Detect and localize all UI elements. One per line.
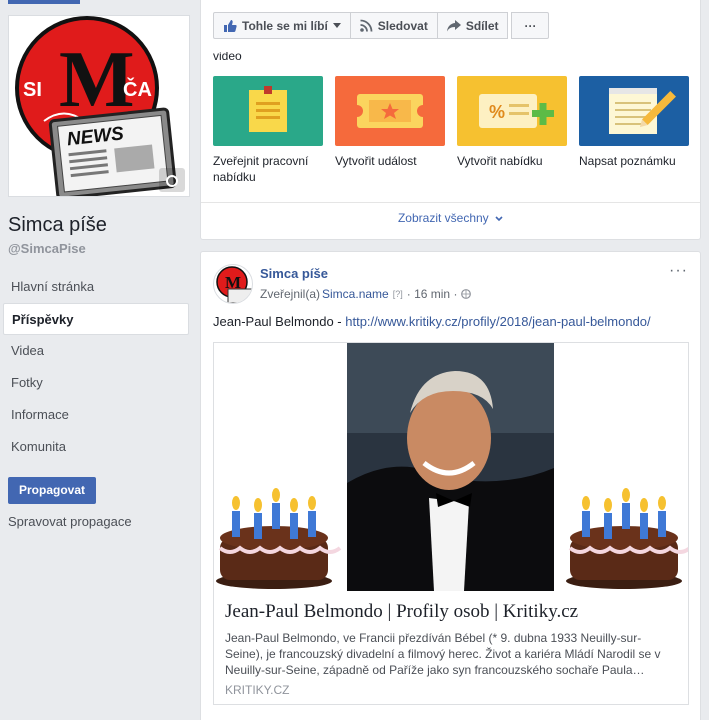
- share-arrow-icon: [446, 19, 461, 32]
- video-label: video: [213, 52, 242, 62]
- nav-item-photos[interactable]: Fotky: [3, 367, 189, 399]
- link-preview-title[interactable]: Jean-Paul Belmondo | Profily osob | Krit…: [225, 601, 578, 623]
- create-card: Tohle se mi líbí Sledovat Sdílet ··· vid…: [200, 0, 701, 240]
- nav-item-posts[interactable]: Příspěvky: [3, 303, 189, 335]
- chevron-down-icon: [495, 211, 503, 225]
- link-preview-image[interactable]: [214, 343, 688, 591]
- offer-percent-icon: %: [457, 76, 567, 146]
- post-options-icon[interactable]: ···: [669, 262, 688, 280]
- post-author[interactable]: Simca píše: [260, 266, 328, 281]
- manage-promotions-link[interactable]: Spravovat propagace: [8, 514, 132, 529]
- create-tiles: Zveřejnit pracovní nabídku Vytvořit udál…: [213, 76, 701, 185]
- job-note-icon: [213, 76, 323, 146]
- follow-button[interactable]: Sledovat: [349, 12, 438, 39]
- logo-left: SI: [23, 79, 42, 101]
- svg-text:%: %: [489, 102, 505, 122]
- tile-note-label: Napsat poznámku: [579, 154, 676, 168]
- card-divider: [201, 202, 700, 203]
- link-preview-description: Jean-Paul Belmondo, ve Francii přezdíván…: [225, 631, 661, 677]
- show-all-link[interactable]: Zobrazit všechny: [201, 211, 700, 225]
- more-dots-icon: ···: [524, 18, 537, 33]
- tile-offer-label: Vytvořit nabídku: [457, 154, 543, 168]
- tile-event[interactable]: Vytvořit událost: [335, 76, 445, 185]
- show-all-label: Zobrazit všechny: [397, 211, 489, 225]
- post-text-prefix: Jean-Paul Belmondo -: [213, 314, 346, 329]
- caret-down-icon: [332, 22, 341, 29]
- post-card: M Simca píše Zveřejnil(a) Simca.name [?]…: [200, 251, 701, 720]
- published-by-link[interactable]: Simca.name: [322, 287, 389, 301]
- nav-item-videos[interactable]: Videa: [3, 335, 189, 367]
- follow-label: Sledovat: [377, 18, 428, 33]
- post-time[interactable]: 16 min: [414, 287, 450, 301]
- page-action-bar: Tohle se mi líbí Sledovat Sdílet ···: [213, 12, 550, 39]
- event-ticket-icon: [335, 76, 445, 146]
- post-avatar[interactable]: M: [213, 264, 253, 304]
- camera-icon[interactable]: [159, 168, 185, 192]
- promote-button[interactable]: Propagovat: [8, 477, 96, 504]
- middot: ·: [406, 287, 415, 301]
- profile-picture[interactable]: M SI ČA NEWS: [8, 15, 190, 197]
- page-handle[interactable]: @SimcaPise: [8, 241, 86, 256]
- tile-event-label: Vytvořit událost: [335, 154, 417, 168]
- page-name[interactable]: Simca píše: [8, 214, 107, 237]
- note-pencil-icon: [579, 76, 689, 146]
- nav-item-home[interactable]: Hlavní stránka: [3, 271, 189, 303]
- nav-item-community[interactable]: Komunita: [3, 431, 189, 463]
- tile-offer[interactable]: % Vytvořit nabídku: [457, 76, 567, 185]
- share-button[interactable]: Sdílet: [436, 12, 509, 39]
- nav-item-about[interactable]: Informace: [3, 399, 189, 431]
- post-meta: Zveřejnil(a) Simca.name [?] · 16 min ·: [260, 287, 471, 301]
- page-nav: Hlavní stránka Příspěvky Videa Fotky Inf…: [3, 271, 189, 463]
- help-badge[interactable]: [?]: [393, 289, 403, 299]
- tile-job-label: Zveřejnit pracovní nabídku: [213, 154, 309, 184]
- share-label: Sdílet: [465, 18, 499, 33]
- published-by-prefix: Zveřejnil(a): [260, 287, 321, 301]
- post-text: Jean-Paul Belmondo - http://www.kritiky.…: [213, 314, 651, 329]
- middot: ·: [450, 287, 461, 301]
- rss-icon: [359, 19, 373, 32]
- top-tab-indicator: [8, 0, 80, 4]
- like-label: Tohle se mi líbí: [242, 18, 328, 33]
- more-options-button[interactable]: ···: [511, 12, 550, 39]
- simca-logo: M SI ČA NEWS: [15, 16, 185, 196]
- logo-right: ČA: [123, 77, 152, 101]
- link-preview[interactable]: Jean-Paul Belmondo | Profily osob | Krit…: [213, 342, 689, 705]
- tile-note[interactable]: Napsat poznámku: [579, 76, 689, 185]
- globe-icon[interactable]: [460, 289, 471, 299]
- tile-job[interactable]: Zveřejnit pracovní nabídku: [213, 76, 323, 185]
- like-button[interactable]: Tohle se mi líbí: [213, 12, 351, 39]
- link-preview-domain: KRITIKY.CZ: [225, 683, 290, 697]
- thumbs-up-icon: [223, 19, 237, 33]
- post-link[interactable]: http://www.kritiky.cz/profily/2018/jean-…: [345, 314, 650, 329]
